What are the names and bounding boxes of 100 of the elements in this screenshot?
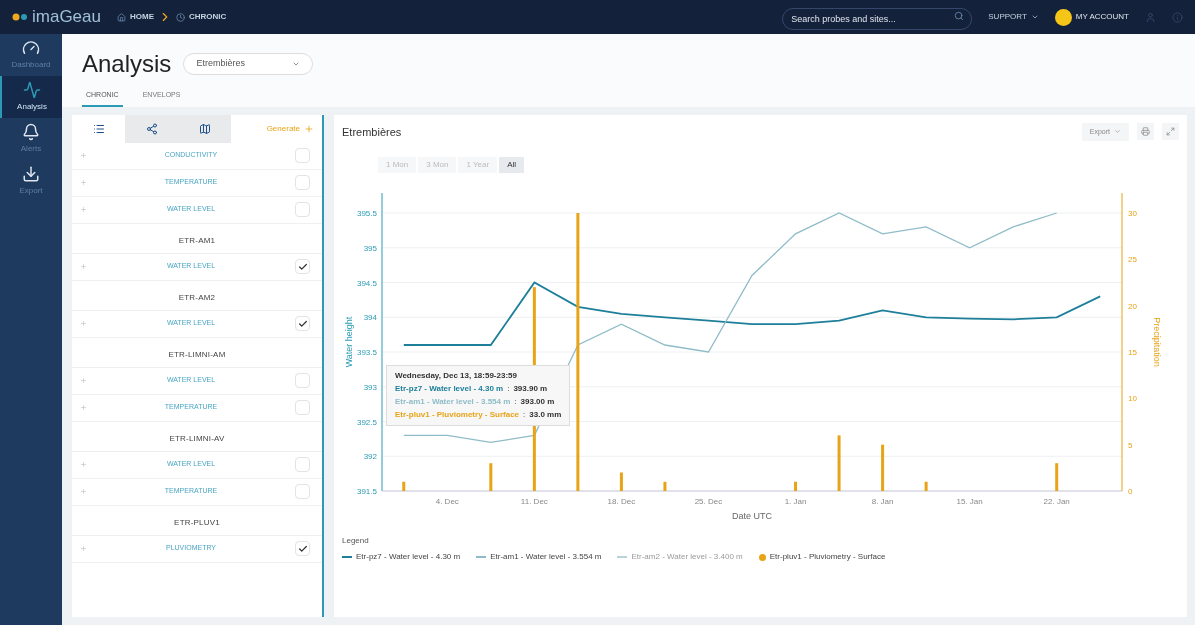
expand-icon[interactable] [80, 206, 87, 213]
checkbox[interactable] [295, 316, 310, 331]
expand-icon[interactable] [80, 263, 87, 270]
range-button[interactable]: All [499, 157, 525, 173]
group-heading: ETR-LIMNI-AM [72, 342, 322, 368]
expand-icon[interactable] [80, 545, 87, 552]
axis-tick-label: 395 [363, 243, 377, 253]
checkbox[interactable] [295, 373, 310, 388]
expand-icon[interactable] [80, 179, 87, 186]
legend-item[interactable]: Etr-am1 - Water level - 3.554 m [476, 551, 602, 563]
tooltip-series-label: Etr-pz7 - Water level - 4.30 m [395, 383, 504, 395]
tooltip-series-label: Etr-am1 - Water level - 3.554 m [395, 396, 511, 408]
expand-icon[interactable] [80, 320, 87, 327]
axis-tick-label: 20 [1128, 301, 1137, 311]
checkbox[interactable] [295, 259, 310, 274]
checkbox[interactable] [295, 175, 310, 190]
legend-title: Legend [342, 535, 370, 547]
axis-tick-label: 393.5 [356, 348, 377, 357]
check-icon [297, 261, 308, 272]
check-icon [297, 543, 308, 554]
gauge-icon [22, 39, 40, 57]
download-icon [22, 165, 40, 183]
precipitation-bar [881, 444, 885, 491]
activity-icon [23, 81, 41, 99]
check-icon [297, 318, 308, 329]
axis-tick-label: 393 [363, 382, 377, 392]
axis-tick-label: 30 [1128, 209, 1137, 218]
expand-icon[interactable] [80, 377, 87, 384]
tooltip-value: 393.00 m [520, 396, 555, 408]
precipitation-bar [794, 481, 798, 491]
group-heading: ETR-LIMNI-AV [72, 426, 322, 452]
precipitation-bar [489, 463, 493, 491]
axis-tick-label: 10 [1128, 394, 1137, 404]
axis-tick-label: 394.5 [356, 278, 377, 288]
search-field[interactable]: Search probes and sites... [782, 7, 973, 30]
axis-tick-label: 8. Jan [871, 497, 894, 506]
bell-icon [22, 123, 40, 141]
precipitation-bar [837, 435, 841, 491]
print-button[interactable] [1137, 123, 1154, 141]
axis-tick-label: 25 [1128, 255, 1137, 265]
map-icon [198, 122, 211, 135]
print-icon [1141, 127, 1150, 137]
panel-tab[interactable] [125, 114, 178, 143]
logo-text: imaGeau [32, 6, 101, 29]
nav-item[interactable]: Analysis [0, 76, 62, 118]
legend-item[interactable]: Etr-pz7 - Water level - 4.30 m [342, 551, 461, 563]
precipitation-bar [619, 472, 623, 491]
precipitation-bar [1055, 463, 1059, 491]
tooltip-separator: : [523, 409, 526, 421]
expand-icon[interactable] [80, 488, 87, 495]
fullscreen-button[interactable] [1162, 123, 1179, 141]
axis-tick-label: 1. Jan [784, 497, 807, 506]
checkbox[interactable] [295, 457, 310, 472]
breadcrumb-link[interactable]: CHRONIC [189, 11, 227, 23]
panel-tab[interactable] [178, 114, 231, 143]
list-icon [92, 122, 105, 135]
expand-icon[interactable] [80, 404, 87, 411]
plus-icon [304, 123, 314, 134]
tooltip-value: 393.90 m [513, 383, 548, 395]
precipitation-bar [924, 481, 928, 491]
home-icon [117, 12, 126, 22]
axis-tick-label: 15 [1128, 348, 1137, 357]
checkbox[interactable] [295, 484, 310, 499]
axis-tick-label: 395.5 [356, 209, 377, 218]
search-icon [954, 10, 965, 21]
tooltip-title: Wednesday, Dec 13, 18:59-23:59 [395, 370, 518, 382]
expand-icon[interactable] [80, 152, 87, 159]
page-title: Analysis [82, 49, 172, 79]
checkbox[interactable] [295, 541, 310, 556]
chart-title: Etrembières [342, 124, 403, 140]
checkbox[interactable] [295, 400, 310, 415]
caret-icon [292, 60, 301, 68]
account-menu[interactable]: MY ACCOUNT [1054, 8, 1129, 26]
caret-icon [1114, 128, 1121, 136]
axis-tick-label: 15. Jan [956, 497, 983, 506]
site-select[interactable]: Etrembières [183, 53, 314, 75]
user-icon[interactable] [1145, 11, 1156, 23]
share-icon [145, 122, 158, 135]
axis-tick-label: 0 [1128, 487, 1133, 496]
axis-tick-label: 5 [1128, 440, 1133, 450]
axis-tick-label: 392 [363, 452, 377, 462]
checkbox[interactable] [295, 148, 310, 163]
clock-icon [176, 12, 185, 22]
checkbox[interactable] [295, 202, 310, 217]
tooltip-separator: : [514, 396, 517, 408]
axis-tick-label: 392.5 [356, 417, 377, 427]
info-icon[interactable] [1172, 11, 1183, 23]
tooltip-series-label: Etr-pluv1 - Pluviometry - Surface [395, 409, 520, 421]
breadcrumb-link[interactable]: HOME [130, 11, 154, 23]
precipitation-bar [663, 481, 667, 491]
caret-icon [1030, 13, 1039, 21]
axis-tick-label: 25. Dec [694, 497, 723, 506]
expand-icon[interactable] [80, 461, 87, 468]
group-heading: ETR-PLUV1 [72, 510, 322, 536]
axis-title: Date UTC [732, 511, 772, 521]
axis-tick-label: 391.5 [356, 487, 377, 496]
tooltip-value: 33.0 mm [529, 409, 562, 421]
support-menu[interactable]: SUPPORT [988, 11, 1039, 23]
legend-item[interactable]: Etr-pluv1 - Pluviometry - Surface [758, 551, 886, 563]
expand-icon [1166, 127, 1175, 137]
